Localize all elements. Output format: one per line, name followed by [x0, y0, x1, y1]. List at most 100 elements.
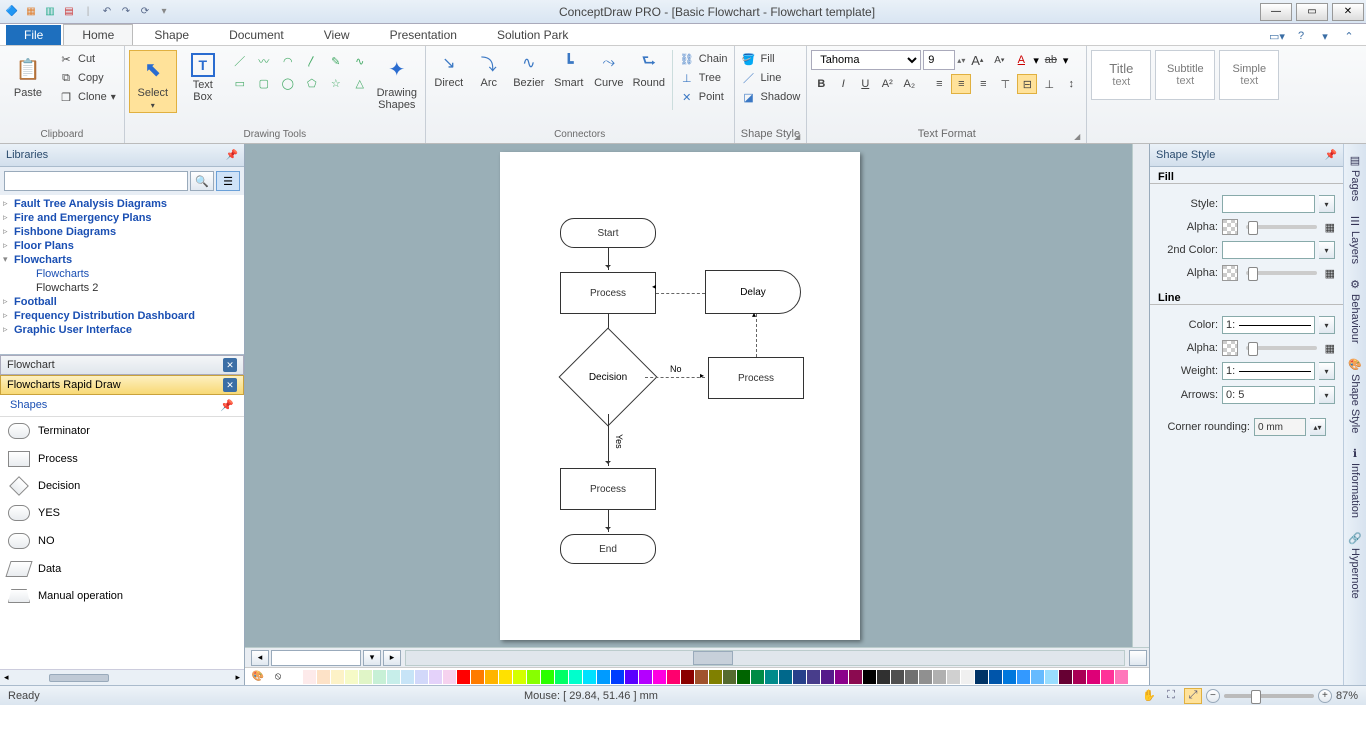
- line-button[interactable]: ／Line: [739, 69, 803, 87]
- palette-swatch[interactable]: [597, 670, 611, 684]
- tab-solution-park[interactable]: Solution Park: [478, 24, 587, 45]
- palette-swatch[interactable]: [331, 670, 345, 684]
- tab-view[interactable]: View: [305, 24, 369, 45]
- palette-swatch[interactable]: [807, 670, 821, 684]
- tool-arc-icon[interactable]: ◠: [279, 52, 297, 70]
- palette-swatch[interactable]: [345, 670, 359, 684]
- node-process-2[interactable]: Process: [708, 357, 804, 399]
- rtab-shape-style[interactable]: 🎨Shape Style: [1346, 352, 1364, 439]
- palette-swatch[interactable]: [821, 670, 835, 684]
- palette-swatch[interactable]: [975, 670, 989, 684]
- grow-font-button[interactable]: A▴: [967, 50, 987, 70]
- stylecard-subtitle[interactable]: Subtitletext: [1155, 50, 1215, 100]
- font-size-input[interactable]: [923, 50, 955, 70]
- shape-no[interactable]: NO: [0, 527, 244, 555]
- clone-button[interactable]: ❐Clone ▾: [54, 88, 120, 106]
- tab-document[interactable]: Document: [210, 24, 303, 45]
- palette-swatch[interactable]: [961, 670, 975, 684]
- font-family-select[interactable]: Tahoma: [811, 50, 921, 70]
- superscript-button[interactable]: A²: [877, 74, 897, 94]
- paste-button[interactable]: 📋 Paste: [4, 50, 52, 102]
- qat-redo-icon[interactable]: ↷: [118, 4, 134, 20]
- rtab-pages[interactable]: ▤Pages: [1347, 148, 1363, 207]
- line-weight-field[interactable]: 1:: [1222, 362, 1315, 380]
- qat-undo-icon[interactable]: ↶: [99, 4, 115, 20]
- palette-swatch[interactable]: [289, 670, 303, 684]
- palette-swatch[interactable]: [1017, 670, 1031, 684]
- tree-node[interactable]: Floor Plans: [0, 239, 244, 253]
- shape-data[interactable]: Data: [0, 555, 244, 583]
- node-process-1[interactable]: Process: [560, 272, 656, 314]
- vertical-scrollbar[interactable]: [1132, 144, 1149, 647]
- tree-node[interactable]: Graphic User Interface: [0, 323, 244, 337]
- palette-swatch[interactable]: [541, 670, 555, 684]
- tool-rect-icon[interactable]: ▭: [231, 74, 249, 92]
- qat-open-icon[interactable]: ▥: [42, 4, 58, 20]
- palette-swatch[interactable]: [499, 670, 513, 684]
- palette-swatch[interactable]: [1003, 670, 1017, 684]
- fill-alpha-slider[interactable]: [1246, 225, 1317, 229]
- palette-swatch[interactable]: [415, 670, 429, 684]
- dropdown-icon[interactable]: ▾: [1319, 362, 1335, 380]
- tool-line-icon[interactable]: ／: [231, 52, 249, 70]
- tab-shape[interactable]: Shape: [135, 24, 208, 45]
- tree-child[interactable]: Flowcharts: [0, 267, 244, 281]
- shape-list[interactable]: Terminator Process Decision YES NO Data …: [0, 417, 244, 669]
- align-center-button[interactable]: ≡: [951, 74, 971, 94]
- dropdown-icon[interactable]: ▾: [1319, 386, 1335, 404]
- minimize-button[interactable]: —: [1260, 3, 1292, 21]
- zoom-out-button[interactable]: −: [1206, 689, 1220, 703]
- palette-swatch[interactable]: [443, 670, 457, 684]
- fill-button[interactable]: 🪣Fill: [739, 50, 803, 68]
- corner-rounding-field[interactable]: 0 mm: [1254, 418, 1306, 436]
- palette-swatch[interactable]: [401, 670, 415, 684]
- rtab-behaviour[interactable]: ⚙Behaviour: [1347, 272, 1363, 350]
- zoom-in-button[interactable]: +: [1318, 689, 1332, 703]
- chain-button[interactable]: ⛓Chain: [677, 50, 730, 68]
- spinner-icon[interactable]: ▴▾: [1310, 418, 1326, 436]
- fill-alpha2-slider[interactable]: [1246, 271, 1317, 275]
- palette-swatch[interactable]: [527, 670, 541, 684]
- tool-spline-icon[interactable]: ∿: [351, 52, 369, 70]
- zoom-region-icon[interactable]: ⛶: [1162, 688, 1180, 704]
- palette-swatch[interactable]: [653, 670, 667, 684]
- connector-direct[interactable]: ↘Direct: [430, 50, 468, 89]
- qat-refresh-icon[interactable]: ⟳: [137, 4, 153, 20]
- connector-round[interactable]: ⮑Round: [630, 50, 668, 89]
- palette-swatch[interactable]: [611, 670, 625, 684]
- palette-swatch[interactable]: [919, 670, 933, 684]
- palette-swatch[interactable]: [303, 670, 317, 684]
- stylecard-simple[interactable]: Simpletext: [1219, 50, 1279, 100]
- node-end[interactable]: End: [560, 534, 656, 564]
- node-delay[interactable]: Delay: [705, 270, 801, 314]
- dropdown-icon[interactable]: ▾: [1319, 241, 1335, 259]
- palette-swatch[interactable]: [737, 670, 751, 684]
- paper[interactable]: Start Process Delay ◂ Decision No: [500, 152, 860, 640]
- palette-swatch[interactable]: [947, 670, 961, 684]
- fill-color2-field[interactable]: [1222, 241, 1315, 259]
- connector-bezier[interactable]: ∿Bezier: [510, 50, 548, 89]
- line-color-field[interactable]: 1:: [1222, 316, 1315, 334]
- palette-swatch[interactable]: [1045, 670, 1059, 684]
- shapestyle-expand-icon[interactable]: ◢: [794, 132, 800, 141]
- align-left-button[interactable]: ≡: [929, 74, 949, 94]
- tool-star-icon[interactable]: ☆: [327, 74, 345, 92]
- text-direction-button[interactable]: ↕: [1061, 74, 1081, 94]
- palette-swatch[interactable]: [877, 670, 891, 684]
- tree-node[interactable]: Frequency Distribution Dashboard: [0, 309, 244, 323]
- rtab-layers[interactable]: ☰Layers: [1347, 209, 1363, 270]
- strike-button[interactable]: ab: [1041, 50, 1061, 70]
- palette-swatch[interactable]: [429, 670, 443, 684]
- palette-swatch[interactable]: [1087, 670, 1101, 684]
- zoom-slider[interactable]: [1224, 694, 1314, 698]
- palette-swatch[interactable]: [457, 670, 471, 684]
- shadow-button[interactable]: ◪Shadow: [739, 88, 803, 106]
- palette-swatch[interactable]: [373, 670, 387, 684]
- file-tab[interactable]: File: [6, 25, 61, 45]
- dropdown-icon[interactable]: ▾: [1319, 195, 1335, 213]
- stylecard-title[interactable]: Titletext: [1091, 50, 1151, 100]
- node-process-3[interactable]: Process: [560, 468, 656, 510]
- palette-swatch[interactable]: [933, 670, 947, 684]
- palette-swatch[interactable]: [765, 670, 779, 684]
- tree-node[interactable]: Football: [0, 295, 244, 309]
